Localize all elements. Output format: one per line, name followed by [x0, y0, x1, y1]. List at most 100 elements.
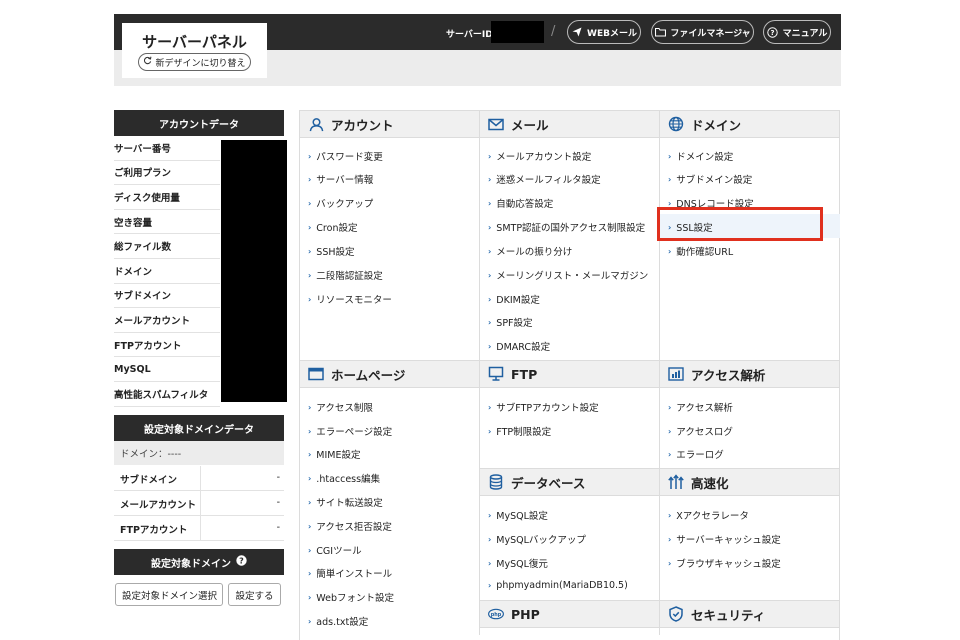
menu-link-spf[interactable]: › SPF設定 — [488, 315, 533, 330]
menu-link-cron[interactable]: › Cron設定 — [308, 220, 357, 235]
domain-data-label: サブドメイン — [120, 475, 178, 486]
help-icon[interactable]: ? — [236, 555, 247, 569]
menu-link-mail-sorting[interactable]: › メールの振り分け — [488, 244, 572, 259]
menu-link-access-deny[interactable]: › アクセス拒否設定 — [308, 519, 392, 534]
section-title: FTP — [511, 366, 538, 382]
account-row: ご利用プラン — [114, 161, 220, 186]
menu-link-sub-ftp[interactable]: › サブFTPアカウント設定 — [488, 400, 599, 415]
account-row: FTPアカウント — [114, 333, 220, 358]
server-id-label: サーバーID — [446, 30, 493, 40]
file-manager-button[interactable]: ファイルマネージャ — [651, 20, 754, 44]
menu-link-resource-monitor[interactable]: › リソースモニター — [308, 292, 392, 307]
menu-link-dmarc[interactable]: › DMARC設定 — [488, 339, 550, 354]
menu-link-domain-settings[interactable]: › ドメイン設定 — [668, 149, 733, 164]
manual-label: マニュアル — [782, 28, 828, 39]
section-header-access-analytics: アクセス解析 — [660, 361, 839, 388]
account-row: 空き容量 — [114, 210, 220, 235]
menu-link-x-accelerator[interactable]: › Xアクセラレータ — [668, 508, 749, 523]
speed-arrows-icon — [668, 474, 684, 490]
menu-link-mime[interactable]: › MIME設定 — [308, 447, 361, 462]
section-header-homepage: ホームページ — [300, 361, 479, 388]
menu-link-mysql-settings[interactable]: › MySQL設定 — [488, 508, 548, 523]
target-domain-data-title: 設定対象ドメインデータ — [144, 424, 254, 436]
target-domain-heading: 設定対象ドメイン ? — [114, 549, 284, 575]
menu-link-subdomain-settings[interactable]: › サブドメイン設定 — [668, 172, 752, 187]
menu-link-auto-reply[interactable]: › 自動応答設定 — [488, 196, 553, 211]
section-header-account: アカウント — [300, 111, 479, 138]
mail-icon — [488, 116, 504, 132]
section-header-mail: メール — [480, 111, 659, 138]
panel-title: サーバーパネル — [142, 33, 247, 51]
menu-link-dkim[interactable]: › DKIM設定 — [488, 292, 540, 307]
menu-link-easy-install[interactable]: › 簡単インストール — [308, 566, 392, 581]
bar-chart-icon — [668, 366, 684, 382]
menu-link-mailing-list[interactable]: › メーリングリスト・メールマガジン — [488, 268, 648, 283]
section-title: 高速化 — [691, 475, 729, 491]
menu-link-error-page[interactable]: › エラーページ設定 — [308, 424, 392, 439]
domain-data-row: メールアカウント - — [114, 491, 284, 516]
current-domain-line: ドメイン：---- — [114, 441, 284, 465]
section-header-domain: ドメイン — [660, 111, 839, 138]
globe-icon — [668, 116, 684, 132]
account-row: メールアカウント — [114, 308, 220, 333]
refresh-icon — [143, 56, 152, 68]
menu-link-spam-filter[interactable]: › 迷惑メールフィルタ設定 — [488, 172, 601, 187]
menu-link-browser-cache[interactable]: › ブラウザキャッシュ設定 — [668, 556, 781, 571]
php-icon: php — [488, 606, 504, 622]
target-domain-title: 設定対象ドメイン — [151, 558, 231, 570]
menu-link-access-restriction[interactable]: › アクセス制限 — [308, 400, 373, 415]
shield-icon — [668, 606, 684, 622]
browser-window-icon — [308, 366, 324, 382]
domain-data-label: メールアカウント — [120, 500, 197, 511]
menu-link-backup[interactable]: › バックアップ — [308, 196, 373, 211]
ssl-highlight-box — [657, 207, 823, 241]
set-domain-button[interactable]: 設定する — [228, 583, 281, 606]
domain-data-row: サブドメイン - — [114, 466, 284, 491]
section-title: ホームページ — [331, 367, 406, 383]
menu-link-mysql-restore[interactable]: › MySQL復元 — [488, 556, 548, 571]
svg-text:?: ? — [239, 556, 244, 565]
menu-link-smtp-restriction[interactable]: › SMTP認証の国外アクセス制限設定 — [488, 220, 645, 235]
webmail-button[interactable]: WEBメール — [567, 20, 641, 44]
account-row: 高性能スパムフィルタ — [114, 382, 220, 407]
send-icon — [571, 26, 583, 38]
account-row: MySQL — [114, 357, 220, 382]
svg-text:php: php — [491, 612, 502, 618]
menu-link-phpmyadmin[interactable]: › phpmyadmin(MariaDB10.5) — [488, 580, 628, 591]
help-icon: ? — [767, 26, 779, 38]
menu-link-error-log[interactable]: › エラーログ — [668, 447, 724, 462]
menu-link-htaccess[interactable]: › .htaccess編集 — [308, 471, 380, 486]
menu-link-site-redirect[interactable]: › サイト転送設定 — [308, 495, 383, 510]
account-values-redacted — [221, 140, 287, 402]
menu-link-check-url[interactable]: › 動作確認URL — [668, 244, 733, 259]
menu-link-ssh[interactable]: › SSH設定 — [308, 244, 355, 259]
menu-link-ftp-restriction[interactable]: › FTP制限設定 — [488, 424, 551, 439]
menu-link-cgi-tools[interactable]: › CGIツール — [308, 543, 362, 558]
menu-link-webfont[interactable]: › Webフォント設定 — [308, 590, 394, 605]
menu-link-mail-account[interactable]: › メールアカウント設定 — [488, 149, 591, 164]
database-icon — [488, 474, 504, 490]
logo-box: サーバーパネル 新デザインに切り替え — [122, 23, 267, 78]
menu-link-server-info[interactable]: › サーバー情報 — [308, 172, 373, 187]
svg-text:?: ? — [771, 29, 775, 37]
section-header-php: php PHP — [480, 601, 659, 628]
menu-link-access-analytics[interactable]: › アクセス解析 — [668, 400, 733, 415]
menu-link-access-log[interactable]: › アクセスログ — [668, 424, 733, 439]
section-title: データベース — [511, 475, 586, 491]
folder-icon — [654, 26, 666, 38]
menu-link-password-change[interactable]: › パスワード変更 — [308, 149, 383, 164]
domain-data-value: - — [276, 522, 280, 533]
new-design-switch-button[interactable]: 新デザインに切り替え — [138, 53, 251, 71]
menu-link-ads-txt[interactable]: › ads.txt設定 — [308, 614, 368, 629]
section-header-ftp: FTP — [480, 361, 659, 388]
user-icon — [308, 116, 324, 132]
menu-link-mysql-backup[interactable]: › MySQLバックアップ — [488, 532, 586, 547]
target-domain-select[interactable]: 設定対象ドメイン選択 — [115, 583, 223, 606]
menu-link-2fa[interactable]: › 二段階認証設定 — [308, 268, 383, 283]
account-data-heading: アカウントデータ — [114, 110, 284, 136]
manual-button[interactable]: ? マニュアル — [763, 20, 831, 44]
menu-link-server-cache[interactable]: › サーバーキャッシュ設定 — [668, 532, 781, 547]
monitor-icon — [488, 366, 504, 382]
section-title: メール — [511, 117, 549, 133]
section-title: アクセス解析 — [691, 367, 766, 383]
